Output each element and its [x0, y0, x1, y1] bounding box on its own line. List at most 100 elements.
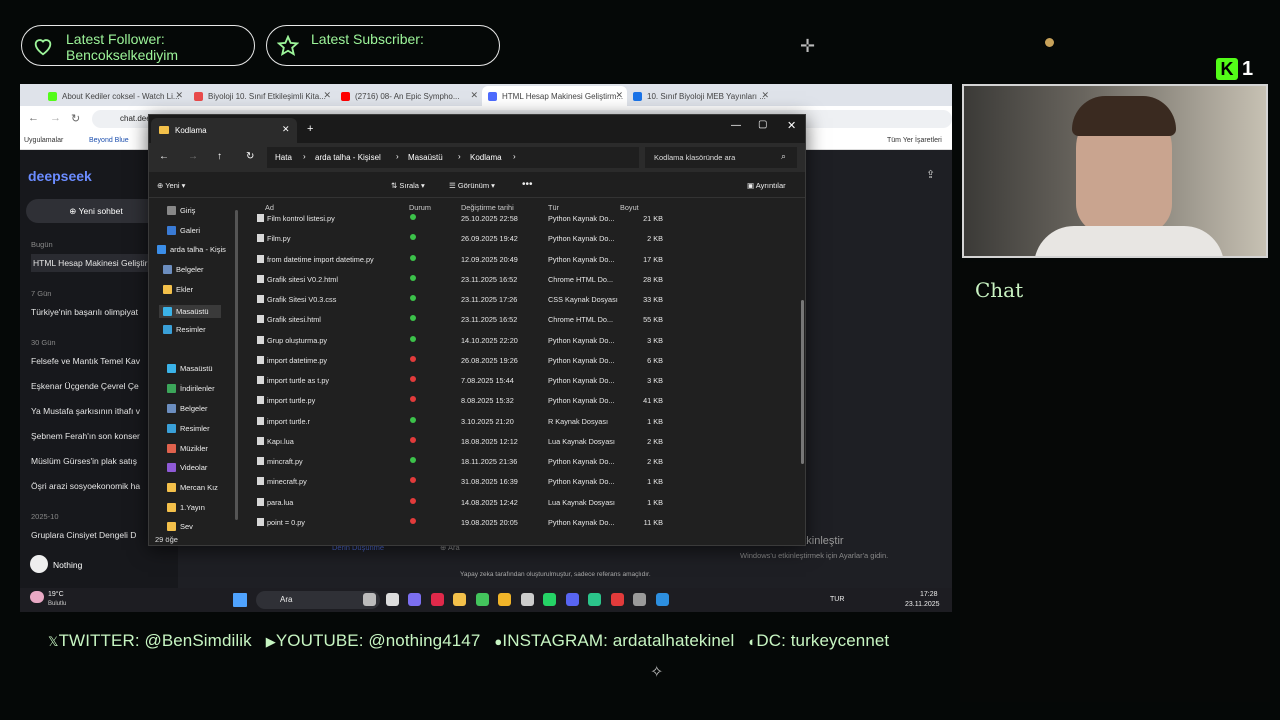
nav-tree-item[interactable]: Belgeler [167, 404, 208, 413]
item-count: 29 öğe [155, 535, 178, 544]
breadcrumb[interactable]: Hata › arda talha - Kişisel › Masaüstü › Kodla… [267, 147, 639, 168]
breadcrumb-item[interactable]: Masaüstü [408, 153, 443, 162]
terminal-icon[interactable] [588, 593, 601, 606]
pen-tool-icon[interactable] [520, 593, 534, 606]
nav-tree-item[interactable]: Masaüstü [167, 364, 213, 373]
deepseek-logo[interactable]: deepseek [28, 168, 92, 184]
browser-tab[interactable]: Biyoloji 10. Sınıf Etkileşimli Kita... ✕ [188, 86, 335, 106]
whatsapp-icon[interactable] [543, 593, 556, 606]
details-button[interactable]: ▣ Ayrıntılar [747, 181, 786, 190]
minimize-icon[interactable]: — [731, 120, 741, 131]
browser-tab[interactable]: 10. Sınıf Biyoloji MEB Yayınları ... ✕ [627, 86, 773, 106]
breadcrumb-item[interactable]: Hata [275, 153, 292, 162]
maximize-icon[interactable]: ▢ [758, 119, 767, 130]
app-circle-icon[interactable] [408, 593, 421, 606]
language-indicator[interactable]: TUR [830, 596, 844, 603]
file-list-scrollbar[interactable] [801, 300, 804, 464]
clock-time[interactable]: 17:28 [920, 591, 938, 598]
nav-tree-item[interactable]: Giriş [167, 206, 195, 215]
share-icon[interactable]: ⇪ [926, 168, 935, 181]
breadcrumb-item[interactable]: arda talha - Kişisel [315, 153, 381, 162]
nav-tree-item[interactable]: Masaüstü [159, 305, 221, 318]
all-bookmarks[interactable]: Tüm Yer İşaretleri [887, 137, 942, 144]
browser-tab[interactable]: (2716) 08- An Epic Sympho... ✕ [335, 86, 482, 106]
nav-tree-item[interactable]: Sev [167, 522, 193, 531]
new-tab-icon[interactable]: + [307, 123, 313, 135]
chevron-right-icon[interactable]: › [396, 152, 399, 161]
file-row[interactable]: minecraft.py 31.08.2025 16:39 Python Kayna… [249, 471, 794, 491]
clock-date[interactable]: 23.11.2025 [905, 601, 940, 608]
file-row[interactable]: import datetime.py 26.08.2025 19:26 Python… [249, 350, 794, 370]
file-row[interactable]: Grafik Sitesi V0.3.css 23.11.2025 17:26 CS… [249, 289, 794, 309]
more-options-icon[interactable]: ••• [522, 179, 533, 190]
close-tab-icon[interactable]: ✕ [323, 90, 331, 101]
nav-tree-item[interactable]: Resimler [167, 424, 210, 433]
refresh-icon[interactable]: ↻ [246, 151, 254, 162]
bookmark-beyond-blue[interactable]: Beyond Blue [89, 137, 129, 144]
back-icon[interactable]: ← [28, 112, 39, 124]
photoshop-icon[interactable] [633, 593, 646, 606]
nav-tree-item[interactable]: İndirilenler [167, 384, 215, 393]
nav-tree-item[interactable]: Videolar [167, 463, 207, 472]
explorer-tab[interactable]: Kodlama ✕ [151, 118, 297, 143]
up-arrow-icon[interactable]: ↑ [217, 151, 222, 162]
file-row[interactable]: Film.py 26.09.2025 19:42 Python Kaynak Do.… [249, 228, 794, 248]
explorer-search-input[interactable]: Kodlama klasöründe ara ⌕ [645, 147, 797, 168]
vscode-icon[interactable] [655, 593, 669, 606]
forward-arrow-icon[interactable]: → [188, 151, 198, 162]
bookmark-apps[interactable]: Uygulamalar [24, 137, 63, 144]
browser-tab[interactable]: HTML Hesap Makinesi Geliştirm... ✕ [482, 86, 627, 106]
file-row[interactable]: Grup oluşturma.py 14.10.2025 22:20 Python … [249, 330, 794, 350]
forward-icon[interactable]: → [50, 112, 61, 124]
file-explorer-icon[interactable] [453, 593, 466, 606]
file-row[interactable]: import turtle as t.py 7.08.2025 15:44 Pyth… [249, 370, 794, 390]
sort-button[interactable]: ⇅ Sırala ▾ [391, 181, 425, 190]
nav-tree-item[interactable]: Galeri [167, 226, 200, 235]
close-tab-icon[interactable]: ✕ [470, 90, 478, 101]
nav-tree-item[interactable]: Mercan Kız [167, 483, 218, 492]
discord-app-icon[interactable] [565, 593, 579, 606]
chrome-icon[interactable] [498, 593, 511, 606]
reload-icon[interactable]: ↻ [71, 112, 80, 125]
taskview-icon[interactable] [385, 593, 399, 606]
close-window-icon[interactable]: ✕ [787, 119, 796, 132]
file-row[interactable]: Film kontrol listesi.py 25.10.2025 22:58 P… [249, 208, 794, 228]
nav-pane-scrollbar[interactable] [235, 210, 238, 520]
close-tab-icon[interactable]: ✕ [175, 90, 183, 101]
nav-tree-item[interactable]: Resimler [163, 325, 206, 334]
close-tab-icon[interactable]: ✕ [282, 124, 290, 135]
close-tab-icon[interactable]: ✕ [761, 90, 769, 101]
chevron-right-icon[interactable]: › [303, 152, 306, 161]
new-button[interactable]: ⊕ Yeni ▾ [157, 181, 185, 190]
chevron-right-icon[interactable]: › [458, 152, 461, 161]
file-row[interactable]: mincraft.py 18.11.2025 21:36 Python Kaynak… [249, 451, 794, 471]
nav-tree-item[interactable]: Müzikler [167, 444, 208, 453]
chat-app-icon[interactable] [475, 593, 489, 606]
back-arrow-icon[interactable]: ← [159, 151, 169, 162]
file-row[interactable]: Kapı.lua 18.08.2025 12:12 Lua Kaynak Dosya… [249, 431, 794, 451]
file-row[interactable]: import turtle.py 8.08.2025 15:32 Python Ka… [249, 390, 794, 410]
nav-tree-item[interactable]: 1.Yayın [167, 503, 205, 512]
file-row[interactable]: point = 0.py 19.08.2025 20:05 Python Kayna… [249, 512, 794, 532]
file-row[interactable]: import turtle.r 3.10.2025 21:20 R Kaynak D… [249, 411, 794, 431]
nav-tree-item[interactable]: Ekler [163, 285, 193, 294]
weather-icon[interactable] [30, 591, 44, 603]
opera-icon[interactable] [430, 593, 444, 606]
new-chat-button[interactable]: ⊕ Yeni sohbet [26, 199, 166, 223]
file-row[interactable]: from datetime import datetime.py 12.09.20… [249, 249, 794, 269]
file-row[interactable]: Grafik sitesi V0.2.html 23.11.2025 16:52 C… [249, 269, 794, 289]
user-avatar[interactable] [30, 555, 48, 573]
close-tab-icon[interactable]: ✕ [615, 90, 623, 101]
pdf-icon[interactable] [610, 593, 624, 606]
breadcrumb-item[interactable]: Kodlama [470, 153, 502, 162]
nav-tree-item[interactable]: Belgeler [163, 265, 204, 274]
file-row[interactable]: para.lua 14.08.2025 12:42 Lua Kaynak Dosya… [249, 492, 794, 512]
widgets-icon[interactable] [363, 593, 376, 606]
nav-tree-item[interactable]: arda talha - Kişis [157, 245, 226, 254]
chevron-right-icon[interactable]: › [513, 152, 516, 161]
browser-tab[interactable]: About Kediler coksel - Watch Li... ✕ [42, 86, 187, 106]
windows-start-icon[interactable] [233, 593, 247, 607]
taskbar-search[interactable]: Ara [256, 591, 380, 609]
file-row[interactable]: Grafik sitesi.html 23.11.2025 16:52 Chrome… [249, 309, 794, 329]
view-button[interactable]: ☰ Görünüm ▾ [449, 181, 495, 190]
